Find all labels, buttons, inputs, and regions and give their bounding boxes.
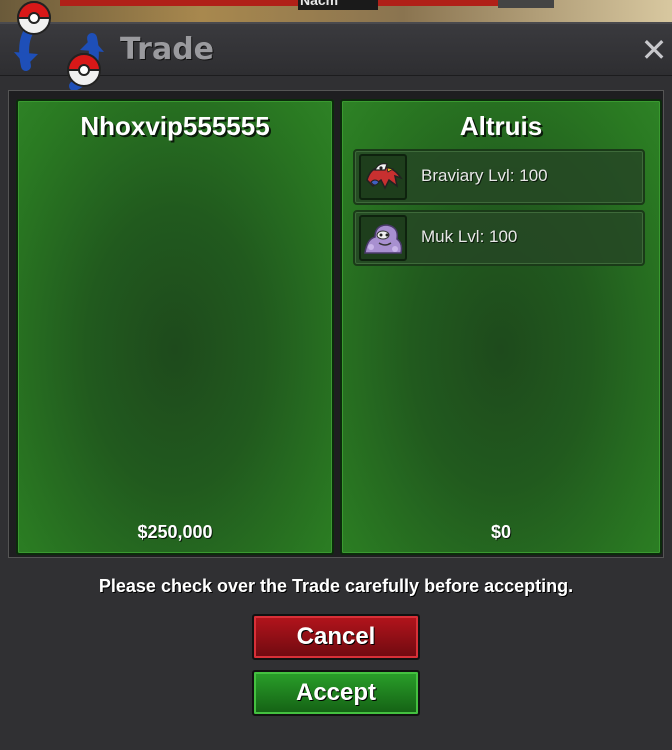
muk-sprite-icon xyxy=(359,215,407,261)
braviary-sprite-icon xyxy=(359,154,407,200)
left-trader-name: Nhoxvip555555 xyxy=(80,111,270,141)
muk-label: Muk Lvl: 100 xyxy=(421,227,518,246)
trade-warning-text: Please check over the Trade carefully be… xyxy=(98,576,574,596)
accept-button[interactable]: Accept xyxy=(252,670,420,716)
close-button[interactable]: ✕ xyxy=(636,32,672,68)
background-hp-bar xyxy=(60,0,500,6)
trade-panels: Nhoxvip555555 $250,000 Altruis Braviary … xyxy=(8,90,664,558)
background-name-text: Nacm xyxy=(300,0,339,8)
trade-window: Trade ✕ Nhoxvip555555 $250,000 Altruis B… xyxy=(0,1,672,750)
right-trader-name: Altruis xyxy=(459,111,543,141)
window-title: Trade xyxy=(120,32,215,67)
trade-pokemon-item-muk[interactable]: Muk Lvl: 100 xyxy=(353,210,645,266)
left-trader-panel: Nhoxvip555555 $250,000 xyxy=(16,99,334,555)
close-icon: ✕ xyxy=(640,32,668,68)
cancel-button[interactable]: Cancel xyxy=(252,614,420,660)
background-box xyxy=(498,0,554,8)
left-trader-money: $250,000 xyxy=(137,522,213,542)
right-trader-money: $0 xyxy=(490,522,512,542)
trade-pokemon-item-braviary[interactable]: Braviary Lvl: 100 xyxy=(353,149,645,205)
braviary-label: Braviary Lvl: 100 xyxy=(421,166,548,185)
trade-icon xyxy=(14,1,104,91)
right-trader-panel: Altruis Braviary Lvl: 100 Muk Lvl: 100 $… xyxy=(340,99,662,555)
